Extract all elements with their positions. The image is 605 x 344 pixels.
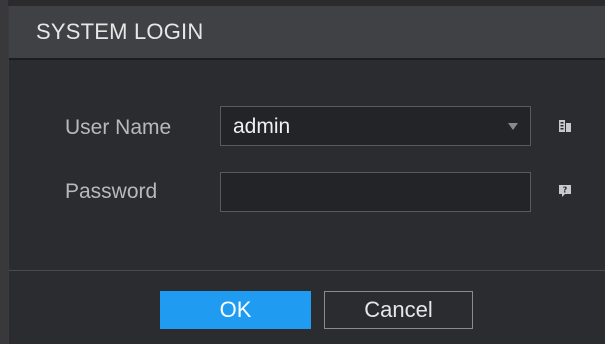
password-label: Password [65,180,158,203]
footer-divider [9,270,605,271]
cancel-button[interactable]: Cancel [324,291,473,329]
username-value: admin [233,115,291,138]
password-input[interactable] [220,172,531,212]
username-dropdown[interactable]: admin [220,106,531,146]
ok-button[interactable]: OK [160,291,311,329]
chevron-down-icon[interactable] [508,123,518,130]
keyboard-icon[interactable] [558,119,572,133]
help-icon[interactable]: ? [558,184,572,198]
dialog-title: SYSTEM LOGIN [36,19,204,44]
background-strip [0,0,8,344]
dialog-title-bar[interactable]: SYSTEM LOGIN [9,6,605,60]
username-label: User Name [65,116,172,139]
svg-text:?: ? [563,186,568,195]
system-login-dialog: SYSTEM LOGIN User Name admin Password ? … [8,6,605,344]
